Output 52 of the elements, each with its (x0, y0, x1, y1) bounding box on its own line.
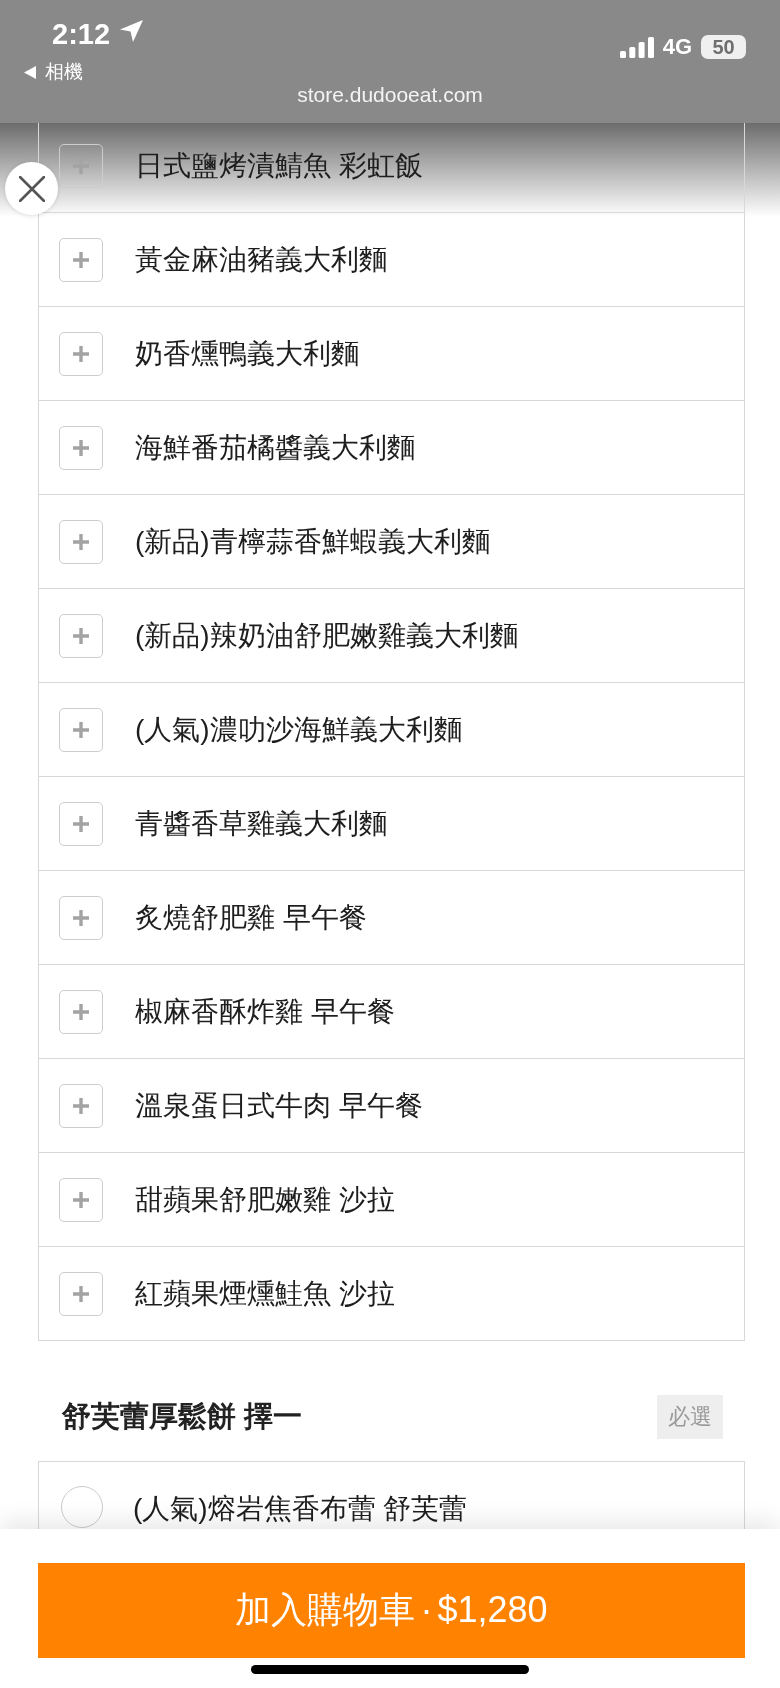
close-button[interactable] (5, 162, 58, 215)
option-label: (人氣)濃叻沙海鮮義大利麵 (135, 712, 462, 747)
option-label: 椒麻香酥炸雞 早午餐 (135, 994, 395, 1029)
back-button[interactable]: 相機 (24, 62, 83, 82)
section-title: 舒芙蕾厚鬆餅 擇一 (62, 1399, 303, 1434)
signal-icon (619, 36, 654, 58)
add-button[interactable] (59, 425, 103, 470)
option-label: 青醬香草雞義大利麵 (135, 806, 387, 841)
add-button[interactable] (59, 895, 103, 940)
option-label: (人氣)熔岩焦香布蕾 舒芙蕾 (133, 1491, 468, 1526)
location-arrow-icon (120, 20, 144, 42)
page-url: store.dudooeat.com (296, 82, 484, 108)
back-triangle-icon (24, 65, 36, 79)
add-button[interactable] (59, 1271, 103, 1316)
plus-icon (73, 1097, 89, 1114)
close-icon (18, 175, 45, 202)
network-type: 4G (662, 35, 692, 59)
option-label: 溫泉蛋日式牛肉 早午餐 (135, 1088, 423, 1123)
plus-icon (73, 721, 89, 738)
plus-icon (73, 1003, 89, 1020)
plus-icon (73, 909, 89, 926)
option-label: 甜蘋果舒肥嫩雞 沙拉 (135, 1182, 395, 1217)
add-button[interactable] (59, 1177, 103, 1222)
option-label: 奶香燻鴨義大利麵 (135, 336, 359, 371)
plus-icon (73, 1191, 89, 1208)
add-button[interactable] (59, 989, 103, 1034)
plus-icon (73, 1285, 89, 1302)
add-button[interactable] (59, 707, 103, 752)
add-button[interactable] (59, 613, 103, 658)
required-badge: 必選 (657, 1395, 723, 1439)
option-label: 炙燒舒肥雞 早午餐 (135, 900, 367, 935)
option-label: 紅蘋果煙燻鮭魚 沙拉 (135, 1276, 395, 1311)
add-to-cart-button[interactable]: 加入購物車 · $1,280 (38, 1563, 745, 1658)
plus-icon (73, 627, 89, 644)
add-button[interactable] (59, 331, 103, 376)
plus-icon (73, 345, 89, 362)
add-button[interactable] (59, 801, 103, 846)
radio-button[interactable] (61, 1485, 103, 1528)
plus-icon (73, 533, 89, 550)
add-button[interactable] (59, 237, 103, 282)
option-label: (新品)辣奶油舒肥嫩雞義大利麵 (135, 618, 518, 653)
plus-icon (73, 439, 89, 456)
add-button[interactable] (59, 1083, 103, 1128)
add-button[interactable] (59, 519, 103, 564)
status-time: 2:12 (52, 17, 111, 52)
plus-icon (73, 815, 89, 832)
option-label: 海鮮番茄橘醬義大利麵 (135, 430, 415, 465)
plus-icon (73, 251, 89, 268)
battery-level: 50 (701, 35, 746, 59)
option-label: (新品)青檸蒜香鮮蝦義大利麵 (135, 524, 490, 559)
option-label: 黃金麻油豬義大利麵 (135, 242, 387, 277)
option-label: 日式鹽烤漬鯖魚 彩虹飯 (135, 148, 423, 183)
